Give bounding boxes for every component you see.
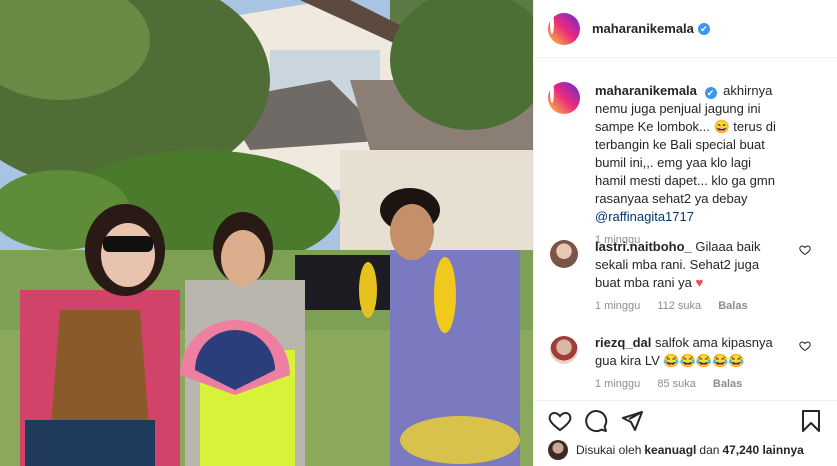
caption: maharanikemala ✔ akhirnya nemu juga penj… xyxy=(548,82,827,246)
comment-meta: 1 minggu 112 suka Balas xyxy=(595,300,827,312)
author-username[interactable]: maharanikemala xyxy=(592,21,694,36)
liker-avatar[interactable] xyxy=(548,440,568,460)
comment-text: lastri.naitboho_ Gilaaa baik sekali mba … xyxy=(595,238,785,292)
caption-body: akhirnya nemu juga penjual jagung ini sa… xyxy=(595,83,776,206)
photo-scene xyxy=(0,0,533,466)
post-header: maharanikemala ✔ xyxy=(534,0,837,58)
comment: riezq_dal salfok ama kipasnya gua kira L… xyxy=(548,334,827,390)
comment-icon[interactable] xyxy=(584,409,608,433)
comment-time: 1 minggu xyxy=(595,300,641,312)
comment-author[interactable]: riezq_dal xyxy=(595,335,651,350)
reply-button[interactable]: Balas xyxy=(718,300,747,312)
comment-author[interactable]: lastri.naitboho_ xyxy=(595,239,692,254)
heart-icon[interactable] xyxy=(548,409,572,433)
comment-likes[interactable]: 85 suka xyxy=(657,378,696,390)
caption-avatar[interactable] xyxy=(548,82,580,114)
likes-prefix: Disukai oleh xyxy=(576,443,642,457)
verified-badge-icon: ✔ xyxy=(697,22,710,35)
comment-text: riezq_dal salfok ama kipasnya gua kira L… xyxy=(595,334,785,370)
likes-middle: dan xyxy=(699,443,720,457)
share-icon[interactable] xyxy=(620,409,644,433)
laughing-emoji: 😂😂😂😂😂 xyxy=(663,353,745,368)
likes-count[interactable]: 47,240 lainnya xyxy=(722,443,803,457)
caption-text: maharanikemala ✔ akhirnya nemu juga penj… xyxy=(595,82,785,226)
reply-button[interactable]: Balas xyxy=(713,378,742,390)
post-photo[interactable] xyxy=(0,0,533,466)
caption-author[interactable]: maharanikemala xyxy=(595,83,697,98)
liker-username[interactable]: keanuagl xyxy=(644,443,696,457)
verified-badge-icon: ✔ xyxy=(704,87,717,99)
red-heart-emoji: ♥ xyxy=(695,275,704,290)
comment-time: 1 minggu xyxy=(595,378,641,390)
commenter-avatar[interactable] xyxy=(550,336,578,364)
caption-mention[interactable]: @raffinagita1717 xyxy=(595,209,694,224)
action-bar xyxy=(534,400,837,438)
author-avatar[interactable] xyxy=(548,12,580,45)
comment: lastri.naitboho_ Gilaaa baik sekali mba … xyxy=(548,238,827,312)
bookmark-icon[interactable] xyxy=(799,409,823,433)
comment-like-heart-icon[interactable] xyxy=(799,244,811,256)
comment-like-heart-icon[interactable] xyxy=(799,340,811,352)
commenter-avatar[interactable] xyxy=(550,240,578,268)
likes-summary: Disukai oleh keanuagl dan 47,240 lainnya xyxy=(548,440,807,460)
comment-likes[interactable]: 112 suka xyxy=(657,300,701,312)
post-sidebar: maharanikemala ✔ maharanikemala ✔ akhirn… xyxy=(533,0,837,466)
comment-meta: 1 minggu 85 suka Balas xyxy=(595,378,827,390)
